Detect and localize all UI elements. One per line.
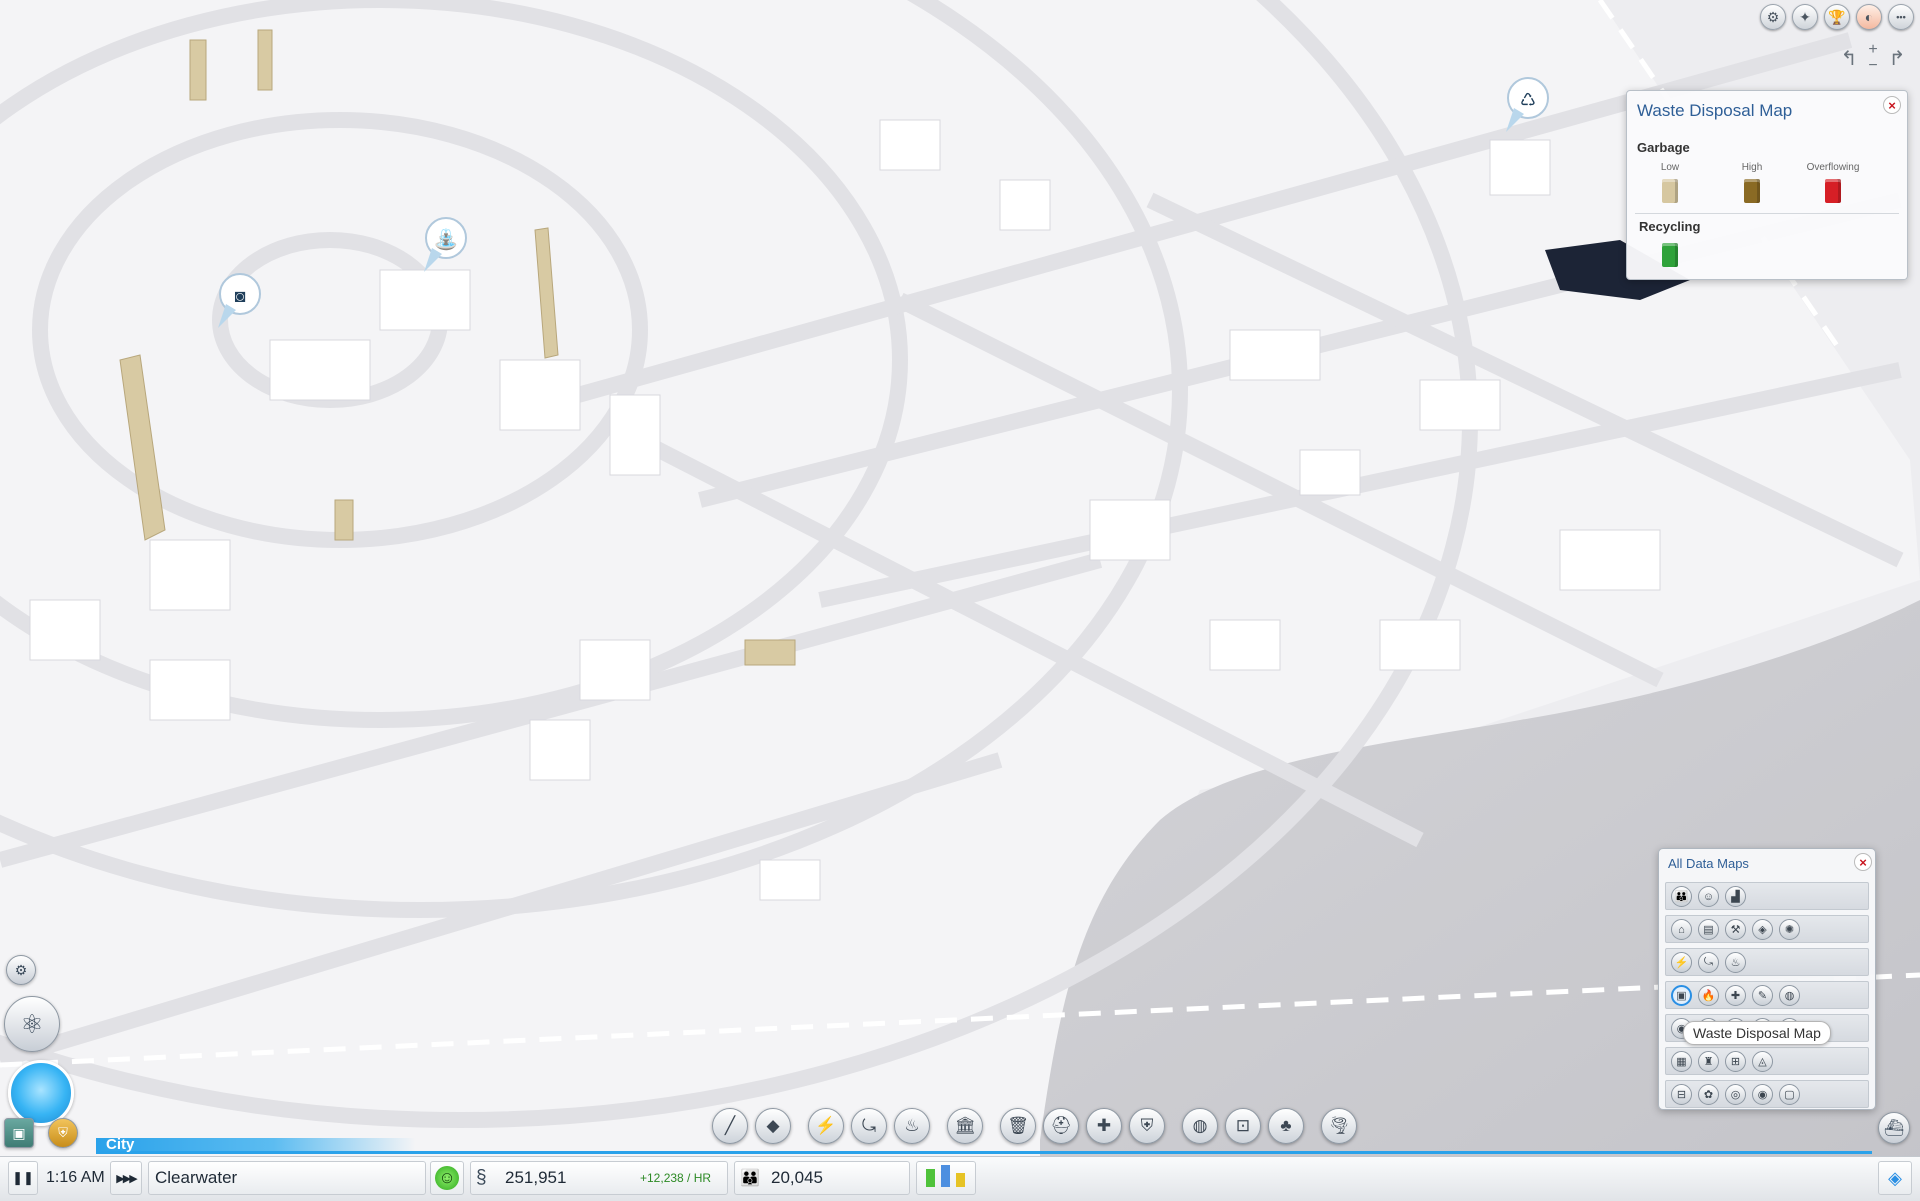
parks-map-icon[interactable]: ⊟ [1671,1084,1692,1105]
education-map-icon[interactable]: ◍ [1779,985,1800,1006]
waste-map-title: Waste Disposal Map [1637,101,1793,120]
all-data-maps-panel: All Data Maps × 👪☺▟⌂▤⚒◈✺⚡⤿♨▣🔥✚✎◍◉◌◔◗◆▦♜⊞… [1658,848,1876,1110]
land-value-map-icon[interactable]: ▟ [1725,886,1746,907]
police-map-icon[interactable]: ✎ [1752,985,1773,1006]
city-badge-icon[interactable]: ⛨ [48,1118,78,1148]
population-icon: 👪 [740,1170,760,1187]
close-icon[interactable]: × [1854,853,1872,871]
city-strip-line [96,1151,1872,1154]
buses-map-icon[interactable]: ⊞ [1725,1051,1746,1072]
data-map-row: ▦ ♜ ⊞ ◬ [1665,1047,1869,1075]
power-map-icon[interactable]: ⚡ [1671,952,1692,973]
landmarks-map-icon[interactable]: ◉ [1752,1084,1773,1105]
data-map-row: 👪 ☺ ▟ [1665,882,1869,910]
happiness-map-icon[interactable]: ☺ [1698,886,1719,907]
residential-demand-bar [926,1169,935,1187]
speed-icon[interactable]: ▶▶▶ [110,1162,142,1194]
region-ship-icon[interactable]: ⛴ [1878,1112,1910,1144]
city-name[interactable]: Clearwater [155,1162,237,1194]
commercial-demand-bar [941,1165,950,1187]
city-mode-label: City [106,1136,135,1153]
friends-icon[interactable]: ◐ [1856,4,1882,30]
trophy-icon[interactable]: 🏆 [1824,4,1850,30]
simoleon-icon: § [476,1167,487,1188]
happiness-icon: ☺ [435,1166,459,1190]
pollution-map-icon[interactable]: ✺ [1779,919,1800,940]
all-data-maps-title: All Data Maps [1668,856,1749,871]
bulldoze-tool-icon[interactable]: ⚙ [6,955,36,985]
water-map-icon[interactable]: ⤿ [1698,952,1719,973]
legend-label-overflowing: Overflowing [1806,162,1860,173]
garbage-low-swatch [1662,179,1678,203]
recycling-swatch [1662,243,1678,267]
camera-marker-icon: ◙ [235,286,246,306]
recycling-marker-icon: ♺ [1520,90,1536,110]
zoom-out-icon[interactable]: − [1862,54,1884,78]
population-map-icon[interactable]: 👪 [1671,886,1692,907]
cameras-map-icon[interactable]: ▢ [1779,1084,1800,1105]
natural-resources-map-icon[interactable]: ◈ [1752,919,1773,940]
data-map-row: ▣ 🔥 ✚ ✎ ◍ [1665,981,1869,1009]
rci-demand-meter [922,1161,972,1195]
sewage-map-icon[interactable]: ♨ [1725,952,1746,973]
rotate-right-icon[interactable]: ↱ [1886,46,1908,70]
data-map-row: ⌂ ▤ ⚒ ◈ ✺ [1665,915,1869,943]
transit-map-icon[interactable]: ▦ [1671,1051,1692,1072]
game-time: 1:16 AM [46,1169,105,1186]
happiness-icon-wrap[interactable]: ☺ [432,1162,462,1194]
fire-map-icon[interactable]: 🔥 [1698,985,1719,1006]
hourly-income: +12,238 / HR [640,1171,712,1185]
city-mode-button[interactable] [8,1060,74,1126]
garbage-high-swatch [1744,179,1760,203]
region-view-icon[interactable]: ▣ [4,1118,34,1148]
waste-disposal-map-icon[interactable]: ▣ [1671,985,1692,1006]
waste-disposal-legend-panel: Waste Disposal Map × Garbage Low High Ov… [1626,90,1908,280]
legend-divider [1635,213,1899,214]
commercial-map-icon[interactable]: ▤ [1698,919,1719,940]
culture-map-icon[interactable]: ✿ [1698,1084,1719,1105]
challenges-icon[interactable]: ✦ [1792,4,1818,30]
achievements-icon[interactable]: ⚙ [1760,4,1786,30]
residential-map-icon[interactable]: ⌂ [1671,919,1692,940]
options-menu-icon[interactable]: ••• [1888,4,1914,30]
recycling-section-label: Recycling [1639,219,1701,234]
layers-icon[interactable]: ◈ [1878,1162,1912,1194]
health-map-icon[interactable]: ✚ [1725,985,1746,1006]
legend-label-high: High [1741,162,1763,173]
ferries-map-icon[interactable]: ◬ [1752,1051,1773,1072]
garbage-overflowing-swatch [1825,179,1841,203]
tooltip-waste-disposal-map: Waste Disposal Map [1683,1021,1831,1045]
trains-map-icon[interactable]: ♜ [1698,1051,1719,1072]
data-map-row: ⊟ ✿ ◎ ◉ ▢ [1665,1080,1869,1108]
industrial-demand-bar [956,1173,965,1187]
garbage-section-label: Garbage [1637,140,1690,155]
money-value: 251,951 [505,1168,567,1187]
pause-icon[interactable]: ❚❚ [8,1162,38,1194]
legend-label-low: Low [1660,162,1680,173]
close-icon[interactable]: × [1883,96,1901,114]
industrial-map-icon[interactable]: ⚒ [1725,919,1746,940]
water-marker-icon: ⛲ [434,227,459,251]
gambling-map-icon[interactable]: ◎ [1725,1084,1746,1105]
rotate-left-icon[interactable]: ↰ [1838,46,1860,70]
city-specialization-icon[interactable]: ⚛ [4,996,60,1052]
population-value: 20,045 [771,1168,823,1187]
data-map-row: ⚡ ⤿ ♨ [1665,948,1869,976]
